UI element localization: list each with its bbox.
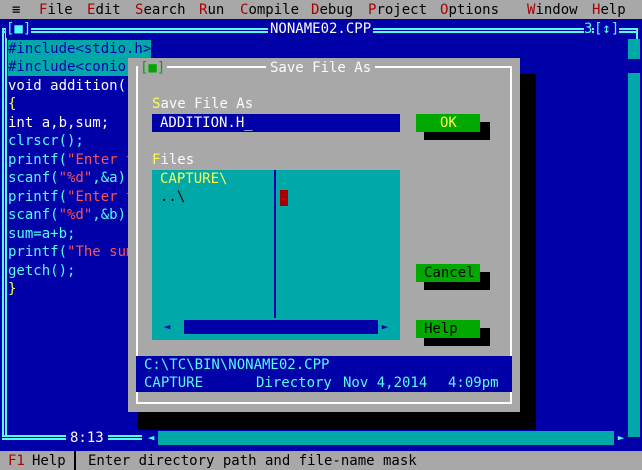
code-text: scanf( (8, 207, 59, 223)
info-time: 4:09pm (448, 375, 499, 391)
menu-debug[interactable]: Debug (311, 1, 353, 19)
status-key[interactable]: F1 (8, 452, 25, 470)
code-line-13[interactable]: getch(); (8, 262, 75, 280)
code-string: "%d" (58, 207, 93, 223)
horizontal-scrollbar[interactable] (144, 431, 628, 445)
code-line-9[interactable]: printf("Enter t (8, 188, 134, 206)
code-line-5[interactable]: int a,b,sum; (8, 114, 109, 132)
file-list[interactable]: CAPTURE\ ..\ ◄ ► (152, 170, 400, 340)
vertical-scroll-thumb[interactable] (628, 59, 640, 73)
menu-search[interactable]: Search (135, 1, 186, 19)
info-path: C:\TC\BIN\NONAME02.CPP (144, 357, 330, 373)
file-info-panel: C:\TC\BIN\NONAME02.CPP CAPTURE Directory… (136, 356, 512, 392)
ok-button[interactable]: OK (416, 114, 480, 132)
files-label: Files (152, 152, 195, 168)
status-key-label[interactable]: Help (32, 452, 66, 470)
dialog-title: Save File As (266, 59, 376, 77)
cancel-button[interactable]: Cancel (416, 264, 480, 282)
code-line-3[interactable]: void addition() (8, 77, 134, 95)
file-list-item[interactable]: ..\ (152, 188, 274, 206)
editor-window-number: 3 (584, 20, 593, 38)
code-string: "The sum (67, 244, 135, 260)
editor-frame-left (2, 29, 4, 437)
code-string: "%d" (58, 170, 93, 186)
code-line-1[interactable]: #include<stdio.h> (8, 40, 152, 58)
editor-zoom-box[interactable]: [↕] (594, 20, 620, 38)
list-scroll-left-icon[interactable]: ◄ (160, 320, 174, 334)
list-cursor (280, 190, 288, 206)
code-line-7[interactable]: printf("Enter t (8, 151, 134, 169)
column-divider (274, 170, 276, 318)
save-file-as-dialog: [■] Save File As Save File As ADDITION.H… (128, 58, 520, 412)
menu-window[interactable]: Window (527, 1, 578, 19)
save-file-as-label: Save File As (152, 96, 254, 112)
info-type: Directory (256, 375, 332, 391)
menu-options[interactable]: Options (440, 1, 499, 19)
menu-compile[interactable]: Compile (240, 1, 299, 19)
file-list-item[interactable]: CAPTURE\ (152, 170, 274, 188)
status-message: Enter directory path and file-name mask (88, 453, 417, 469)
filename-input[interactable]: ADDITION.H_ (152, 114, 400, 132)
code-line-2[interactable]: #include<conio. (8, 58, 135, 76)
menu-file[interactable]: File (39, 1, 73, 19)
menu-run[interactable]: Run (199, 1, 224, 19)
code-text: printf( (8, 152, 68, 168)
menu-help[interactable]: Help (592, 1, 626, 19)
scroll-right-arrow-icon[interactable]: ► (614, 431, 628, 445)
list-scroll-thumb[interactable] (174, 320, 184, 334)
editor-close-box[interactable]: [■] (6, 20, 32, 38)
help-button[interactable]: Help (416, 320, 480, 338)
code-text: scanf( (8, 170, 59, 186)
system-menu[interactable]: ≡ (12, 1, 20, 19)
code-text: printf( (8, 189, 68, 205)
code-text: printf( (8, 244, 68, 260)
code-line-6[interactable]: clrscr(); (8, 132, 84, 150)
code-line-10[interactable]: scanf("%d",&b); (8, 206, 134, 224)
code-string: "Enter t (67, 189, 135, 205)
cursor-position: 8:13 (66, 429, 108, 447)
list-scroll-right-icon[interactable]: ► (378, 320, 392, 334)
info-date: Nov 4,2014 (343, 375, 428, 391)
code-line-4[interactable]: { (8, 95, 16, 113)
code-line-11[interactable]: sum=a+b; (8, 225, 75, 243)
editor-frame-left-inner (5, 29, 7, 437)
status-divider (74, 451, 76, 470)
vertical-scrollbar[interactable] (628, 39, 640, 437)
menu-edit[interactable]: Edit (87, 1, 121, 19)
scroll-left-arrow-icon[interactable]: ◄ (144, 431, 158, 445)
editor-title: NONAME02.CPP (268, 20, 374, 38)
code-line-8[interactable]: scanf("%d",&a); (8, 169, 134, 187)
info-name: CAPTURE (144, 375, 204, 391)
code-line-14[interactable]: } (8, 280, 16, 298)
code-line-12[interactable]: printf("The sum (8, 243, 134, 261)
dialog-close-box[interactable]: [■] (138, 59, 168, 77)
file-list-scrollbar[interactable] (160, 320, 392, 334)
menu-bar: ≡ File Edit Search Run Compile Debug Pro… (0, 0, 642, 19)
menu-project[interactable]: Project (368, 1, 427, 19)
status-bar: F1 Help Enter directory path and file-na… (0, 451, 642, 470)
code-string: "Enter t (67, 152, 135, 168)
